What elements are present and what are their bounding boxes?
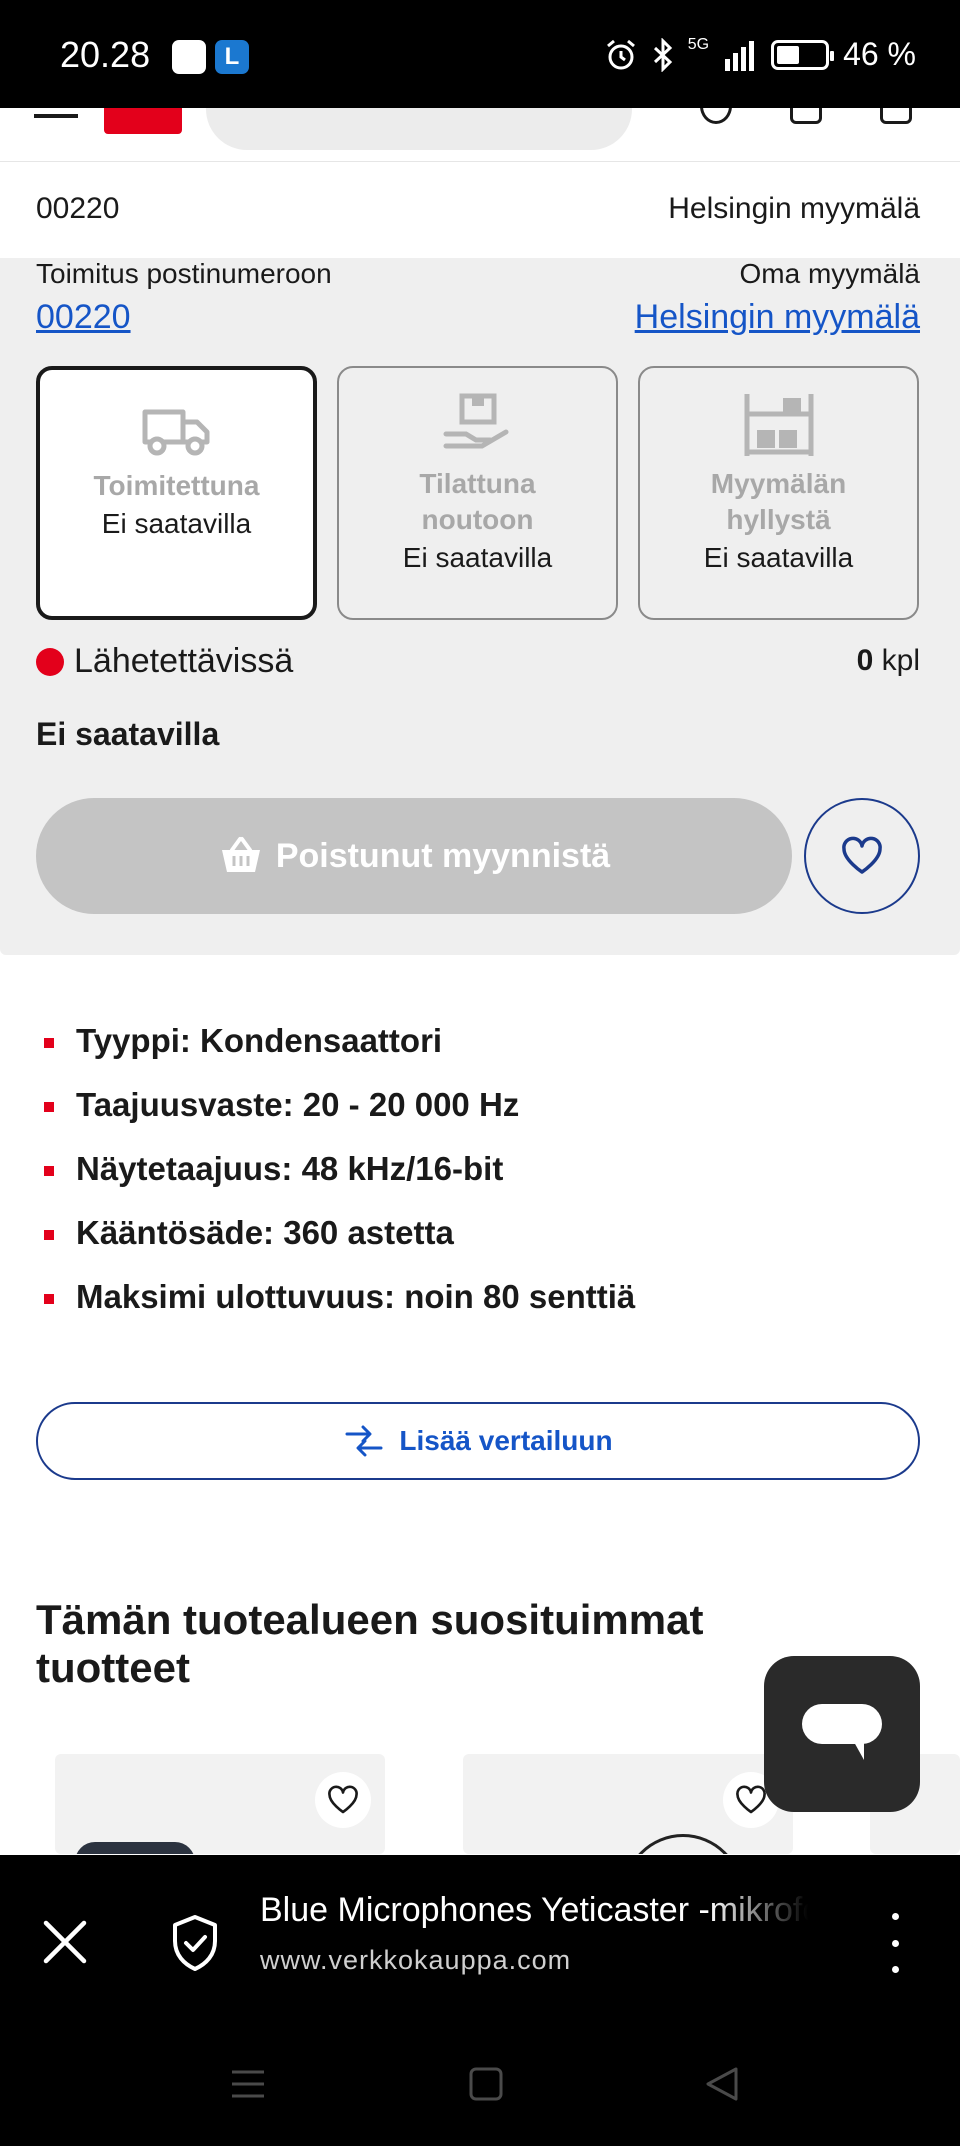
search-input[interactable] — [206, 108, 632, 150]
heart-icon — [328, 1785, 358, 1814]
stock-unit: kpl — [881, 644, 920, 677]
recent-apps-icon[interactable] — [230, 2066, 266, 2102]
close-icon[interactable] — [40, 1917, 90, 1967]
product-image — [623, 1834, 743, 1854]
product-image — [75, 1842, 195, 1854]
store-link[interactable]: Helsingin myymälä — [635, 298, 920, 337]
spec-item: Maksimi ulottuvuus: noin 80 senttiä — [36, 1270, 920, 1334]
truck-icon — [142, 409, 209, 456]
system-nav-bar — [0, 2030, 960, 2146]
spec-item: Näytetaajuus: 48 kHz/16-bit — [36, 1142, 920, 1206]
heart-icon — [842, 836, 882, 874]
postal-delivery-label: Toimitus postinumeroon — [36, 258, 332, 289]
product-card[interactable] — [55, 1754, 385, 1854]
stock-quantity: 0 kpl — [857, 644, 920, 678]
shipping-status-row: Lähetettävissä 0 kpl — [36, 638, 920, 682]
pickup-hand-icon — [443, 393, 508, 449]
notification-app-icon — [172, 40, 206, 74]
option-store-shelf[interactable]: Myymälän hyllystä Ei saatavilla — [638, 366, 919, 620]
add-to-compare-button[interactable]: Lisää vertailuun — [36, 1402, 920, 1480]
shipping-label: Lähetettävissä — [74, 642, 294, 680]
postal-code[interactable]: 00220 — [36, 192, 119, 226]
option-title: Toimitettuna — [93, 470, 260, 501]
notification-app-icon: L — [215, 40, 249, 74]
cart-icon[interactable] — [880, 108, 912, 124]
browser-url: www.verkkokauppa.com — [260, 1945, 572, 1975]
add-to-cart-button[interactable]: Poistunut myynnistä — [36, 798, 792, 914]
battery-icon — [771, 39, 835, 70]
option-title: Myymälän hyllystä — [710, 468, 847, 535]
popular-products-heading: Tämän tuotealueen suosituimmat tuotteet — [36, 1596, 704, 1691]
availability-panel: Toimitus postinumeroon Oma myymälä 00220… — [0, 258, 960, 955]
option-status: Ei saatavilla — [703, 542, 854, 573]
more-options-icon[interactable] — [880, 1913, 910, 1973]
chat-bubble-icon — [802, 1704, 882, 1760]
status-dot-icon — [36, 648, 64, 676]
add-to-cart-label: Poistunut myynnistä — [275, 836, 611, 875]
browser-toolbar: Blue Microphones Yeticaster -mikrofoni w… — [0, 1855, 960, 2030]
spec-item: Taajuusvaste: 20 - 20 000 Hz — [36, 1078, 920, 1142]
wishlist-icon[interactable] — [790, 108, 822, 124]
selected-store[interactable]: Helsingin myymälä — [668, 192, 920, 226]
basket-icon — [221, 837, 260, 872]
bluetooth-icon — [653, 37, 672, 72]
menu-icon[interactable] — [34, 108, 78, 118]
own-store-label: Oma myymälä — [739, 258, 920, 289]
alarm-icon — [606, 39, 635, 69]
spec-list: Tyyppi: Kondensaattori Taajuusvaste: 20 … — [36, 1014, 920, 1334]
shield-icon[interactable] — [168, 1913, 222, 1973]
battery-percent: 46 % — [843, 36, 916, 72]
favorite-button[interactable] — [804, 798, 920, 914]
brand-logo[interactable] — [104, 108, 182, 134]
home-icon[interactable] — [468, 2066, 504, 2102]
compare-label: Lisää vertailuun — [399, 1425, 613, 1456]
stock-count: 0 — [856, 644, 874, 677]
back-icon[interactable] — [704, 2066, 740, 2102]
location-bar[interactable]: 00220 Helsingin myymälä — [0, 162, 960, 258]
account-icon[interactable] — [700, 108, 732, 124]
status-indicators: 5G 46 % — [604, 36, 916, 73]
option-status: Ei saatavilla — [101, 508, 252, 539]
browser-page-title: Blue Microphones Yeticaster -mikrofoni — [260, 1891, 808, 1929]
option-title: Tilattuna noutoon — [419, 468, 536, 535]
app-header — [0, 108, 960, 162]
option-pickup[interactable]: Tilattuna noutoon Ei saatavilla — [337, 366, 618, 620]
availability-text: Ei saatavilla — [36, 716, 220, 752]
network-type: 5G — [687, 36, 710, 53]
spec-item: Tyyppi: Kondensaattori — [36, 1014, 920, 1078]
product-card[interactable] — [463, 1754, 793, 1854]
status-time: 20.28 — [60, 34, 151, 75]
product-favorite-button[interactable] — [315, 1772, 371, 1828]
signal-icon — [725, 40, 755, 71]
shelf-icon — [744, 394, 813, 456]
option-status: Ei saatavilla — [402, 542, 553, 573]
spec-item: Kääntösäde: 360 astetta — [36, 1206, 920, 1270]
chat-button[interactable] — [764, 1656, 920, 1812]
compare-icon — [345, 1425, 383, 1457]
status-bar: 20.28 L 5G 46 % — [0, 0, 960, 108]
option-delivered[interactable]: Toimitettuna Ei saatavilla — [36, 366, 317, 620]
postal-code-link[interactable]: 00220 — [36, 298, 131, 337]
heart-icon — [736, 1785, 766, 1814]
